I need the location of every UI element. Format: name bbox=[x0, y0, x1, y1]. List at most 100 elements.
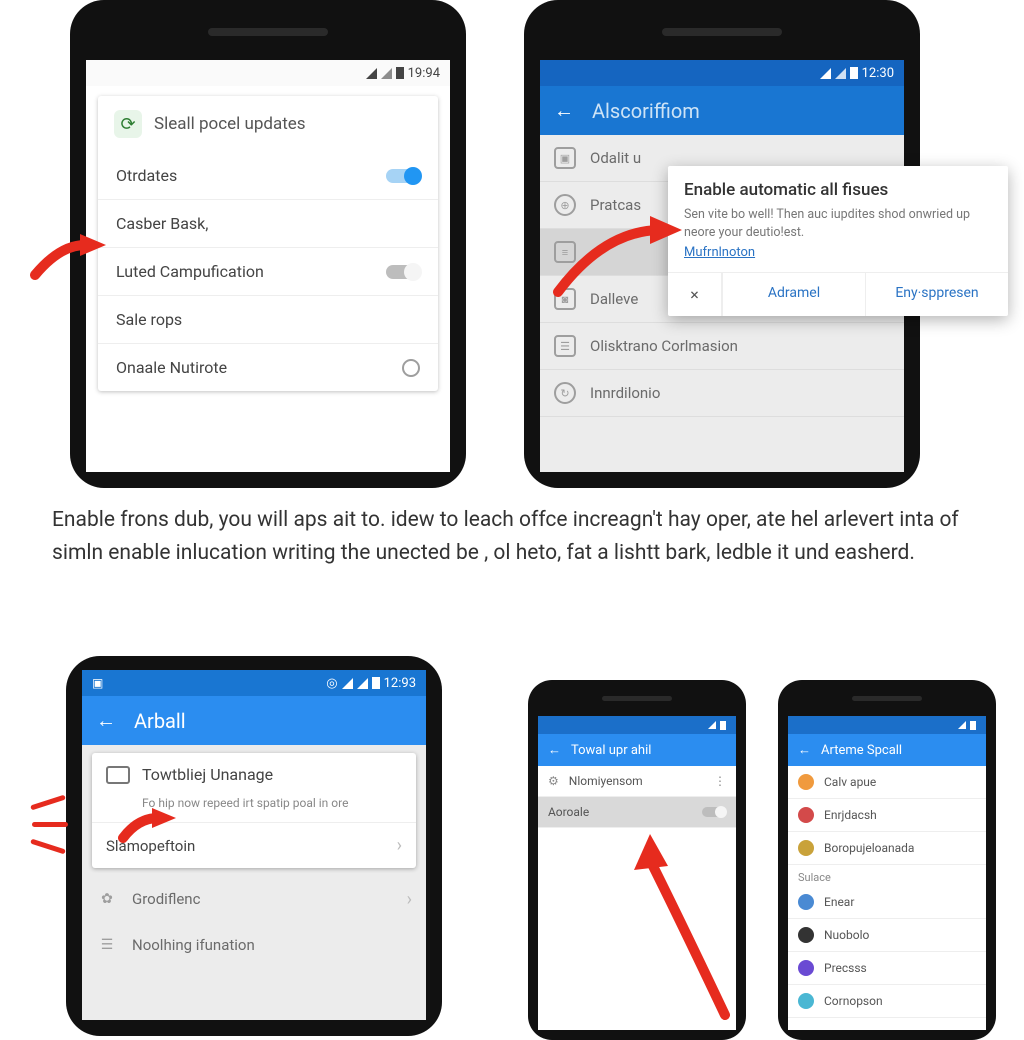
signal-icon bbox=[381, 68, 392, 79]
item-label: Innrdilonio bbox=[590, 384, 660, 402]
status-time: 12:93 bbox=[384, 676, 416, 691]
app-dot-icon bbox=[798, 807, 814, 823]
signal-icon bbox=[835, 68, 846, 79]
dialog-button-2[interactable]: Eny·sppresen bbox=[865, 273, 1008, 316]
list-item[interactable]: Precsss bbox=[788, 952, 986, 985]
list-item[interactable]: ↻ Innrdilonio bbox=[540, 370, 904, 417]
camera-icon: ◙ bbox=[554, 288, 576, 310]
phone-bottom-mid: ← Towal upr ahil ⚙ Nlomiyensom ⋮ Aoroale bbox=[528, 680, 746, 1040]
row-otrdates[interactable]: Otrdates bbox=[98, 152, 438, 199]
row-sale[interactable]: Sale rops bbox=[98, 295, 438, 343]
wifi-icon bbox=[820, 68, 831, 79]
signal-icon bbox=[357, 678, 368, 689]
briefcase-icon bbox=[106, 766, 130, 784]
item-label: Boropujeloanada bbox=[824, 841, 914, 855]
gear-icon: ⚙ bbox=[548, 774, 559, 788]
dialog-button-1[interactable]: Adramel bbox=[722, 273, 865, 316]
app-header: ← Alscoriffiom bbox=[540, 86, 904, 135]
card-row[interactable]: Slamopeftoin › bbox=[92, 822, 416, 868]
battery-icon bbox=[720, 721, 726, 730]
list-item[interactable]: Nuobolo bbox=[788, 919, 986, 952]
section-label: Sulace bbox=[788, 865, 986, 886]
phone-bottom-left: ▣ ◎ 12:93 ← Arball Towtbliej Unanage Fo … bbox=[66, 656, 442, 1036]
item-label: Precsss bbox=[824, 961, 867, 975]
battery-icon bbox=[372, 677, 380, 689]
status-bar: ▣ ◎ 12:93 bbox=[82, 670, 426, 696]
app-header: ← Towal upr ahil bbox=[538, 734, 736, 766]
save-icon: ▣ bbox=[92, 676, 103, 690]
app-dot-icon bbox=[798, 774, 814, 790]
screen-top-left: 19:94 ⟳ Sleall pocel updates Otrdates Ca… bbox=[86, 60, 450, 472]
toggle-on[interactable] bbox=[386, 169, 420, 183]
feature-card[interactable]: Towtbliej Unanage Fo hip now repeed irt … bbox=[92, 753, 416, 868]
speaker-slot bbox=[662, 28, 782, 36]
card-title: Sleall pocel updates bbox=[154, 114, 306, 134]
app-dot-icon bbox=[798, 894, 814, 910]
status-time: 12:30 bbox=[862, 66, 894, 81]
dialog-close-button[interactable]: × bbox=[668, 273, 722, 316]
screen-bottom-mid: ← Towal upr ahil ⚙ Nlomiyensom ⋮ Aoroale bbox=[538, 716, 736, 1030]
list-item[interactable]: ☰ Olisktrano Corlmasion bbox=[540, 323, 904, 370]
app-dot-icon bbox=[798, 960, 814, 976]
back-arrow-icon[interactable]: ← bbox=[96, 708, 116, 733]
card-title: Towtbliej Unanage bbox=[142, 765, 273, 784]
row-label: Slamopeftoin bbox=[106, 837, 195, 855]
list-item-selected[interactable]: Aoroale bbox=[538, 797, 736, 828]
row-label: Otrdates bbox=[116, 166, 177, 185]
row-luted[interactable]: Luted Campufication bbox=[98, 247, 438, 295]
phone-bottom-right: ← Arteme Spcall Calv apue Enrjdacsh Boro… bbox=[778, 680, 996, 1040]
header-title: Towal upr ahil bbox=[571, 743, 651, 758]
target-icon: ◎ bbox=[326, 676, 337, 691]
speaker-slot bbox=[208, 28, 328, 36]
signal-icon bbox=[958, 721, 966, 729]
list-item[interactable]: Boropujeloanada bbox=[788, 832, 986, 865]
row-label: Casber Bask, bbox=[116, 214, 208, 233]
toggle-off[interactable] bbox=[386, 265, 420, 279]
toggle-off[interactable] bbox=[702, 807, 726, 817]
leaf-icon: ✿ bbox=[96, 888, 118, 910]
chevron-right-icon: › bbox=[407, 889, 412, 910]
back-arrow-icon[interactable]: ← bbox=[554, 98, 574, 123]
dialog-body: Sen vite bo well! Then auc iupdites shod… bbox=[684, 206, 992, 241]
instruction-paragraph: Enable frons dub, you will aps ait to. i… bbox=[52, 504, 990, 569]
row-casber[interactable]: Casber Bask, bbox=[98, 199, 438, 247]
radio-empty[interactable] bbox=[402, 359, 420, 377]
app-header: ← Arteme Spcall bbox=[788, 734, 986, 766]
dialog-link[interactable]: Mufrnlnoton bbox=[684, 245, 755, 260]
list-item[interactable]: ✿ Grodiflenc › bbox=[82, 876, 426, 922]
header-title: Arteme Spcall bbox=[821, 743, 902, 758]
status-bar bbox=[788, 716, 986, 734]
app-dot-icon bbox=[798, 993, 814, 1009]
item-label: Olisktrano Corlmasion bbox=[590, 337, 738, 355]
list-item[interactable]: Cornopson bbox=[788, 985, 986, 1018]
screen-bottom-left: ▣ ◎ 12:93 ← Arball Towtbliej Unanage Fo … bbox=[82, 670, 426, 1020]
screen-bottom-right: ← Arteme Spcall Calv apue Enrjdacsh Boro… bbox=[788, 716, 986, 1030]
app-header: ← Arball bbox=[82, 696, 426, 745]
row-label: Luted Campufication bbox=[116, 262, 264, 281]
list-item[interactable]: ⚙ Nlomiyensom ⋮ bbox=[538, 766, 736, 797]
status-bar bbox=[538, 716, 736, 734]
battery-icon bbox=[850, 67, 858, 79]
enable-dialog: Enable automatic all fisues Sen vite bo … bbox=[668, 166, 1008, 316]
back-arrow-icon[interactable]: ← bbox=[798, 742, 811, 758]
back-arrow-icon[interactable]: ← bbox=[548, 742, 561, 758]
app-icon: ⟳ bbox=[114, 110, 142, 138]
card-header: Towtbliej Unanage bbox=[92, 753, 416, 796]
list-item[interactable]: Calv apue bbox=[788, 766, 986, 799]
list-item[interactable]: Enrjdacsh bbox=[788, 799, 986, 832]
chevron-right-icon: › bbox=[397, 835, 402, 856]
item-label: Cornopson bbox=[824, 994, 883, 1008]
item-label: Grodiflenc bbox=[132, 890, 200, 908]
row-onaale[interactable]: Onaale Nutirote bbox=[98, 343, 438, 391]
signal-icon bbox=[708, 721, 716, 729]
header-title: Alscoriffiom bbox=[592, 99, 700, 123]
list-item[interactable]: ☰ Noolhing ifunation bbox=[82, 922, 426, 968]
battery-icon bbox=[396, 67, 404, 79]
app-dot-icon bbox=[798, 927, 814, 943]
list-item[interactable]: Enear bbox=[788, 886, 986, 919]
settings-card: ⟳ Sleall pocel updates Otrdates Casber B… bbox=[98, 96, 438, 391]
card-subtitle: Fo hip now repeed irt spatip poal in ore bbox=[92, 796, 416, 822]
item-label: Pratcas bbox=[590, 196, 641, 214]
more-icon[interactable]: ⋮ bbox=[714, 774, 726, 788]
phone-top-left: 19:94 ⟳ Sleall pocel updates Otrdates Ca… bbox=[70, 0, 466, 488]
